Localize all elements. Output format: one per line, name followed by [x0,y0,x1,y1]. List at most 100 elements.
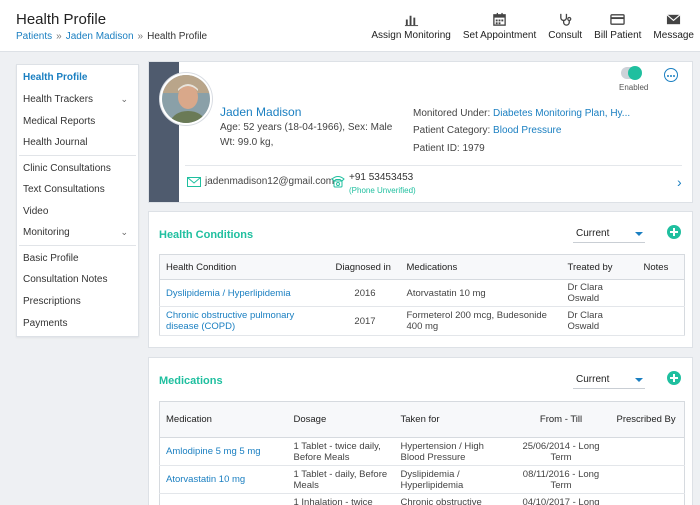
caret-down-icon [635,378,643,382]
medication-link[interactable]: Atorvastatin 10 mg [166,474,245,485]
set-appointment-button[interactable]: Set Appointment [463,12,536,41]
sidebar-item-clinic-consultations[interactable]: Clinic Consultations [23,163,111,174]
medication-taken-for: Hypertension / High Blood Pressure [394,437,512,466]
medications-section: Medications Current Medication Dosage Ta… [148,357,693,505]
diagnosed-year: 2017 [329,306,401,336]
condition-link[interactable]: Chronic obstructive pulmonary disease (C… [166,310,294,332]
medication-dosage: 1 Inhalation - twice daily [287,493,395,505]
medications-title: Medications [159,375,223,387]
assign-monitoring-label: Assign Monitoring [371,30,451,41]
medications-filter-value: Current [576,374,610,385]
calendar-icon [493,12,506,26]
medication-prescribed-by [610,437,685,466]
column-header[interactable]: Diagnosed in [329,254,401,280]
sidebar-item-video[interactable]: Video [23,206,48,217]
sidebar-item-monitoring[interactable]: Monitoring ⌄ [23,227,133,238]
column-header[interactable]: Notes [637,254,685,280]
chevron-right-icon[interactable]: › [677,174,682,190]
health-conditions-section: Health Conditions Current Health Conditi… [148,211,693,348]
sidebar-item-label: Monitoring [23,227,70,238]
stethoscope-icon [559,13,572,26]
breadcrumb-patient-name[interactable]: Jaden Madison [66,31,134,42]
sidebar-item-text-consultations[interactable]: Text Consultations [23,184,105,195]
patient-category-value[interactable]: Blood Pressure [493,125,561,136]
consult-button[interactable]: Consult [548,12,582,41]
add-medication-button[interactable] [667,371,681,385]
column-header[interactable]: Medication [159,401,288,438]
enabled-toggle[interactable] [621,66,642,80]
phone-icon [331,176,345,188]
medication-taken-for: Dyslipidemia / Hyperlipidemia [394,465,512,494]
envelope-icon [187,176,201,187]
breadcrumb-separator: » [56,31,62,42]
table-row: 1 Inhalation - twice daily Chronic obstr… [159,493,685,505]
chevron-down-icon: ⌄ [120,227,128,237]
sidebar-item-health-profile[interactable]: Health Profile [23,72,87,83]
sidebar-divider [19,245,136,246]
sidebar-item-consultation-notes[interactable]: Consultation Notes [23,274,108,285]
toggle-knob [628,66,642,80]
breadcrumb-separator: » [137,31,144,42]
sidebar-item-prescriptions[interactable]: Prescriptions [23,296,81,307]
medication-taken-for: Chronic obstructive pulmonary disease [394,493,512,505]
medication-from-till: 25/06/2014 - Long Term [511,437,611,466]
sidebar-item-health-trackers[interactable]: Health Trackers ⌄ [23,94,133,105]
breadcrumb: Patients» Jaden Madison» Health Profile [16,31,207,42]
more-options-icon[interactable] [664,68,678,82]
bill-patient-button[interactable]: Bill Patient [594,12,641,41]
medication-prescribed-by [610,493,685,505]
medications-filter[interactable]: Current [573,371,645,389]
treated-by: Dr Clara Oswald [561,279,638,307]
condition-medications: Atorvastatin 10 mg [400,279,562,307]
condition-link[interactable]: Dyslipidemia / Hyperlipidemia [166,288,291,299]
sidebar-divider [19,155,136,156]
sidebar-nav: Health Profile Health Trackers ⌄ Medical … [16,64,139,337]
caret-down-icon [635,232,643,236]
profile-divider [185,165,682,166]
column-header[interactable]: Medications [400,254,562,280]
patient-age-sex: Age: 52 years (18-04-1966), Sex: Male [220,122,393,133]
credit-card-icon [610,14,626,25]
sidebar-item-medical-reports[interactable]: Medical Reports [23,116,95,127]
sidebar-item-basic-profile[interactable]: Basic Profile [23,253,79,264]
patient-phone-number: +91 53453453 [349,172,414,183]
sidebar-item-health-journal[interactable]: Health Journal [23,137,87,148]
table-row: Amlodipine 5 mg 5 mg 1 Tablet - twice da… [159,437,685,466]
patient-profile-card: Jaden Madison Age: 52 years (18-04-1966)… [148,61,693,203]
column-header[interactable]: Health Condition [159,254,330,280]
set-appointment-label: Set Appointment [462,30,537,41]
consult-label: Consult [548,30,583,41]
add-health-condition-button[interactable] [667,225,681,239]
page-header: Health Profile Patients» Jaden Madison» He… [0,0,700,52]
treated-by: Dr Clara Oswald [561,306,638,336]
patient-photo [162,75,210,123]
column-header[interactable]: Dosage [287,401,395,438]
monitored-under-value[interactable]: Diabetes Monitoring Plan, Hy... [493,108,630,119]
table-row: Atorvastatin 10 mg 1 Tablet - daily, Bef… [159,465,685,494]
condition-notes [637,279,685,307]
medication-dosage: 1 Tablet - twice daily, Before Meals [287,437,395,466]
table-row: Chronic obstructive pulmonary disease (C… [159,306,685,336]
column-header[interactable]: From - Till [511,401,611,438]
column-header[interactable]: Treated by [561,254,638,280]
column-header[interactable]: Prescribed By [610,401,685,438]
message-button[interactable]: Message [653,12,694,41]
table-header-row: Health Condition Diagnosed in Medication… [159,254,685,280]
column-header[interactable]: Taken for [394,401,512,438]
patient-email[interactable]: jadenmadison12@gmail.com [187,176,334,187]
medication-link[interactable]: Amlodipine 5 mg 5 mg [166,446,261,457]
avatar[interactable] [160,73,212,125]
message-label: Message [653,30,694,41]
sidebar-item-payments[interactable]: Payments [23,318,67,329]
health-conditions-filter-value: Current [576,228,610,239]
assign-monitoring-button[interactable]: Assign Monitoring [371,12,451,41]
monitored-under-label: Monitored Under: [413,108,491,119]
table-row: Dyslipidemia / Hyperlipidemia 2016 Atorv… [159,279,685,307]
enabled-label: Enabled [619,83,649,92]
patient-name[interactable]: Jaden Madison [220,105,301,119]
health-conditions-title: Health Conditions [159,229,254,241]
health-conditions-filter[interactable]: Current [573,225,645,243]
breadcrumb-patients[interactable]: Patients [16,31,52,42]
medication-dosage: 1 Tablet - daily, Before Meals [287,465,395,494]
header-toolbar: Assign Monitoring Set Appointment Consul… [359,12,694,41]
